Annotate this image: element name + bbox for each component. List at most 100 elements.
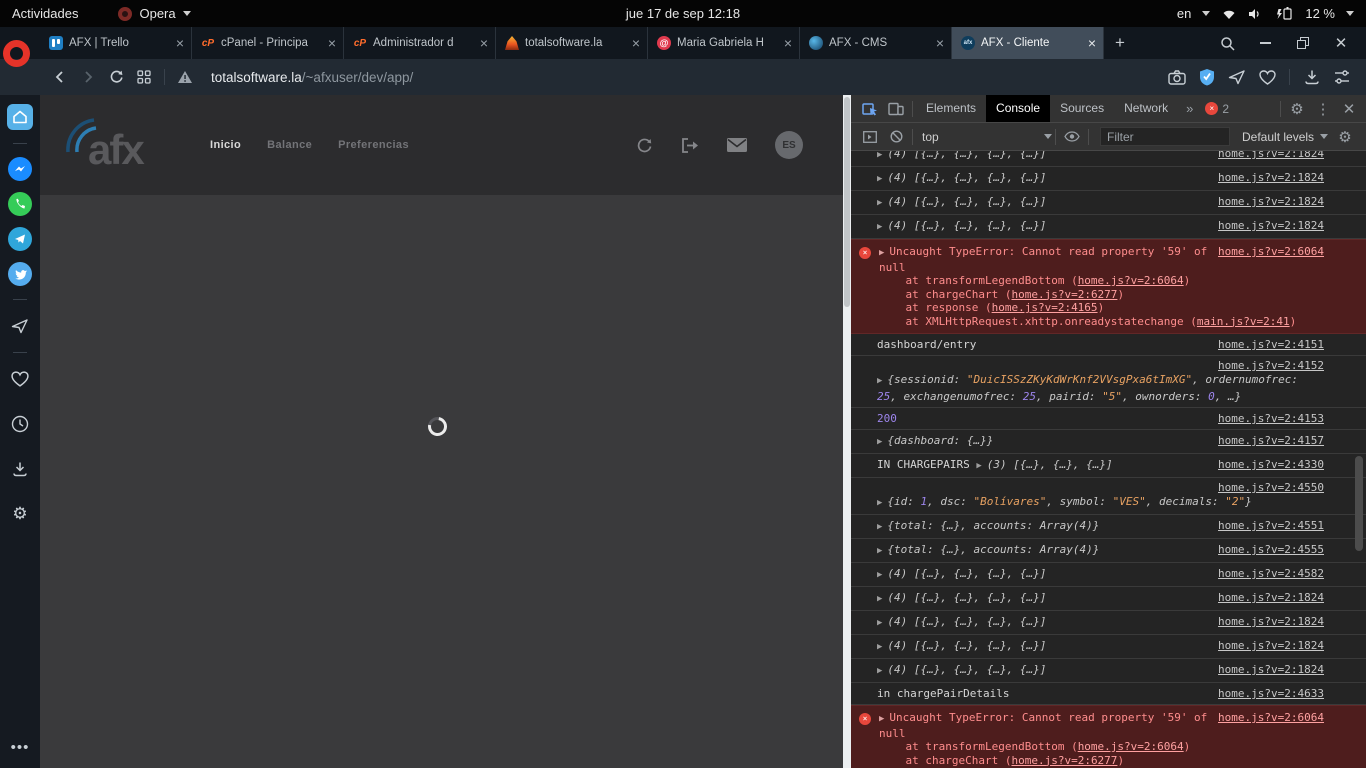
forward-icon[interactable] bbox=[74, 64, 102, 90]
bookmarks-heart-icon[interactable] bbox=[7, 366, 33, 392]
source-link[interactable]: home.js?v=2:4633 bbox=[1218, 686, 1324, 701]
devtools-tab-network[interactable]: Network bbox=[1114, 95, 1178, 122]
tab-close-icon[interactable]: × bbox=[782, 36, 794, 50]
tab-close-icon[interactable]: × bbox=[326, 36, 338, 50]
browser-tab[interactable]: cPanel - Principa× bbox=[192, 27, 344, 59]
browser-tab[interactable]: Maria Gabriela H× bbox=[648, 27, 800, 59]
devtools-close-icon[interactable]: ✕ bbox=[1336, 96, 1362, 122]
mail-icon[interactable] bbox=[727, 138, 747, 152]
downloads-sidebar-icon[interactable] bbox=[7, 456, 33, 482]
url-display[interactable]: totalsoftware.la/~afxuser/dev/app/ bbox=[211, 70, 413, 85]
source-link[interactable]: home.js?v=2:4157 bbox=[1218, 433, 1324, 448]
console-sidebar-toggle-icon[interactable] bbox=[857, 124, 883, 150]
stack-source-link[interactable]: home.js?v=2:6277 bbox=[1011, 754, 1117, 767]
bookmark-heart-icon[interactable] bbox=[1253, 64, 1281, 90]
sidebar-more-icon[interactable]: ••• bbox=[11, 739, 30, 756]
source-link[interactable]: home.js?v=2:1824 bbox=[1218, 614, 1324, 629]
site-security-warning-icon[interactable] bbox=[171, 64, 199, 90]
speed-dial-grid-icon[interactable] bbox=[130, 64, 158, 90]
opera-menu-button[interactable] bbox=[3, 40, 30, 67]
stack-source-link[interactable]: home.js?v=2:6064 bbox=[1078, 740, 1184, 753]
browser-tab[interactable]: AFX | Trello× bbox=[40, 27, 192, 59]
source-link[interactable]: home.js?v=2:1824 bbox=[1218, 170, 1324, 185]
clock[interactable]: jue 17 de sep 12:18 bbox=[626, 6, 740, 21]
telegram-icon[interactable] bbox=[8, 227, 32, 251]
source-link[interactable]: home.js?v=2:1824 bbox=[1218, 218, 1324, 233]
inspect-element-icon[interactable] bbox=[857, 96, 883, 122]
devtools-tab-elements[interactable]: Elements bbox=[916, 95, 986, 122]
restore-window-icon[interactable] bbox=[1284, 27, 1322, 59]
tab-close-icon[interactable]: × bbox=[174, 36, 186, 50]
devtools-tab-console[interactable]: Console bbox=[986, 95, 1050, 122]
minimize-window-icon[interactable] bbox=[1246, 27, 1284, 59]
source-link[interactable]: home.js?v=2:4551 bbox=[1218, 518, 1324, 533]
downloads-icon[interactable] bbox=[1298, 64, 1326, 90]
stack-source-link[interactable]: home.js?v=2:6064 bbox=[1078, 274, 1184, 287]
close-window-icon[interactable]: ✕ bbox=[1322, 27, 1360, 59]
source-link[interactable]: home.js?v=2:1824 bbox=[1218, 151, 1324, 161]
stack-source-link[interactable]: home.js?v=2:6277 bbox=[1011, 288, 1117, 301]
source-link[interactable]: home.js?v=2:6064 bbox=[1218, 711, 1324, 725]
source-link[interactable]: home.js?v=2:1824 bbox=[1218, 662, 1324, 677]
tab-close-icon[interactable]: × bbox=[1086, 36, 1098, 50]
source-link[interactable]: home.js?v=2:4151 bbox=[1218, 337, 1324, 352]
more-tabs-icon[interactable]: » bbox=[1178, 101, 1201, 116]
console-log-area[interactable]: home.js?v=2:1824▶(4) [{…}, {…}, {…}, {…}… bbox=[851, 151, 1366, 768]
live-expression-eye-icon[interactable] bbox=[1059, 124, 1085, 150]
source-link[interactable]: home.js?v=2:1824 bbox=[1218, 194, 1324, 209]
source-link[interactable]: home.js?v=2:6064 bbox=[1218, 245, 1324, 259]
source-link[interactable]: home.js?v=2:4555 bbox=[1218, 542, 1324, 557]
error-count-badge[interactable]: ×2 bbox=[1205, 102, 1229, 116]
browser-tab[interactable]: totalsoftware.la× bbox=[496, 27, 648, 59]
search-icon[interactable] bbox=[1208, 27, 1246, 59]
source-link[interactable]: home.js?v=2:4152 bbox=[1218, 359, 1324, 372]
reload-icon[interactable] bbox=[102, 64, 130, 90]
tab-close-icon[interactable]: × bbox=[630, 36, 642, 50]
tab-close-icon[interactable]: × bbox=[934, 36, 946, 50]
keyboard-language-indicator[interactable]: en bbox=[1177, 6, 1191, 21]
system-tray[interactable]: en 12 % bbox=[1177, 6, 1354, 21]
clear-console-icon[interactable] bbox=[883, 124, 909, 150]
snapshot-camera-icon[interactable] bbox=[1163, 64, 1191, 90]
console-settings-gear-icon[interactable]: ⚙ bbox=[1332, 124, 1358, 150]
devtools-settings-gear-icon[interactable]: ⚙ bbox=[1284, 96, 1310, 122]
tab-close-icon[interactable]: × bbox=[478, 36, 490, 50]
source-link[interactable]: home.js?v=2:4153 bbox=[1218, 411, 1324, 426]
stack-source-link[interactable]: home.js?v=2:4165 bbox=[992, 301, 1098, 314]
nav-item-balance[interactable]: Balance bbox=[267, 139, 312, 151]
logout-icon[interactable] bbox=[681, 138, 699, 153]
source-link[interactable]: home.js?v=2:4582 bbox=[1218, 566, 1324, 581]
app-menu[interactable]: Opera bbox=[118, 6, 190, 21]
source-link[interactable]: home.js?v=2:1824 bbox=[1218, 590, 1324, 605]
browser-tab[interactable]: AFX - CMS× bbox=[800, 27, 952, 59]
whatsapp-icon[interactable] bbox=[8, 192, 32, 216]
language-badge[interactable]: ES bbox=[775, 131, 803, 159]
speed-dial-home-icon[interactable] bbox=[7, 104, 33, 130]
vpn-shield-badge-icon[interactable] bbox=[1193, 64, 1221, 90]
source-link[interactable]: home.js?v=2:4330 bbox=[1218, 457, 1324, 472]
devtools-tab-sources[interactable]: Sources bbox=[1050, 95, 1114, 122]
execution-context-selector[interactable]: top bbox=[922, 130, 1052, 144]
twitter-icon[interactable] bbox=[8, 262, 32, 286]
page-scrollbar[interactable] bbox=[843, 95, 851, 768]
activities-button[interactable]: Actividades bbox=[12, 6, 78, 21]
console-filter-input[interactable] bbox=[1100, 127, 1230, 146]
source-link[interactable]: home.js?v=2:4550 bbox=[1218, 481, 1324, 494]
browser-tab[interactable]: AFX - Cliente× bbox=[952, 27, 1104, 59]
nav-item-inicio[interactable]: Inicio bbox=[210, 139, 241, 151]
back-icon[interactable] bbox=[46, 64, 74, 90]
log-level-selector[interactable]: Default levels bbox=[1242, 130, 1328, 144]
source-link[interactable]: home.js?v=2:1824 bbox=[1218, 638, 1324, 653]
scrollbar-thumb[interactable] bbox=[844, 97, 850, 307]
devtools-menu-dots-icon[interactable]: ⋮ bbox=[1310, 96, 1336, 122]
browser-tab[interactable]: Administrador d× bbox=[344, 27, 496, 59]
messenger-icon[interactable] bbox=[8, 157, 32, 181]
nav-item-preferencias[interactable]: Preferencias bbox=[338, 139, 409, 151]
refresh-icon[interactable] bbox=[636, 138, 653, 153]
my-flow-send-icon[interactable] bbox=[1223, 64, 1251, 90]
devtools-scrollbar-thumb[interactable] bbox=[1355, 456, 1363, 551]
stack-source-link[interactable]: main.js?v=2:41 bbox=[1197, 315, 1290, 328]
settings-gear-icon[interactable]: ⚙ bbox=[7, 501, 33, 527]
device-toolbar-icon[interactable] bbox=[883, 96, 909, 122]
my-flow-sidebar-icon[interactable] bbox=[7, 313, 33, 339]
